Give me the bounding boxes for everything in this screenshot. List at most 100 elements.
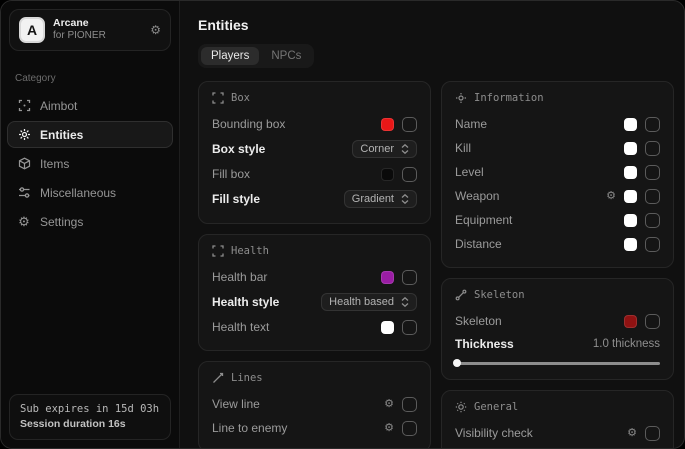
line-to-enemy-gear-icon[interactable]: ⚙ [384,423,394,434]
setting-label: Health bar [212,270,381,284]
left-column: Box Bounding box Box style Corner [198,81,431,448]
health-style-dropdown[interactable]: Health based [321,293,417,311]
setting-row: Max distance 500m [455,445,660,448]
thickness-slider[interactable] [455,358,660,368]
fill-box-checkbox[interactable] [402,167,417,182]
information-panel: Information Name Kill [441,81,674,268]
brand-card: A Arcane for PIONER ⚙ [9,9,171,51]
equipment-checkbox[interactable] [645,213,660,228]
setting-row: Equipment [455,208,660,232]
slider-track [455,362,660,365]
information-panel-title: Information [474,92,544,104]
sidebar-item-settings[interactable]: ⚙ Settings [7,208,173,235]
distance-checkbox[interactable] [645,237,660,252]
session-duration-text: Session duration 16s [20,417,160,432]
color-swatch[interactable] [624,190,637,203]
visibility-check-gear-icon[interactable]: ⚙ [627,428,637,439]
kill-checkbox[interactable] [645,141,660,156]
sidebar-item-entities[interactable]: Entities [7,121,173,148]
skeleton-panel-title: Skeleton [474,289,525,301]
weapon-gear-icon[interactable]: ⚙ [606,191,616,202]
setting-label: Health style [212,295,321,309]
color-swatch[interactable] [624,142,637,155]
color-swatch[interactable] [624,214,637,227]
setting-row: Skeleton [455,309,660,333]
sun-icon [455,401,467,413]
information-panel-header: Information [455,92,660,104]
dropdown-value: Health based [329,296,394,308]
tab-npcs[interactable]: NPCs [261,47,311,65]
visibility-check-checkbox[interactable] [645,426,660,441]
info-scan-icon [455,92,467,104]
setting-label: Level [455,165,624,179]
setting-label: Health text [212,320,381,334]
color-swatch[interactable] [381,321,394,334]
sliders-icon [17,186,31,200]
setting-label: Skeleton [455,314,624,328]
main-content: Entities Players NPCs Box Bounding box [180,1,684,448]
corner-brackets-icon [212,245,224,257]
health-panel-header: Health [212,245,417,257]
sidebar-spacer [1,235,179,386]
color-swatch[interactable] [381,168,394,181]
line-to-enemy-checkbox[interactable] [402,421,417,436]
skeleton-panel: Skeleton Skeleton Thickness 1.0 thicknes… [441,278,674,380]
health-bar-checkbox[interactable] [402,270,417,285]
brand-settings-gear-icon[interactable]: ⚙ [150,24,161,36]
general-panel-title: General [474,401,518,413]
setting-row: Thickness 1.0 thickness [455,333,660,355]
setting-row: View line ⚙ [212,392,417,416]
package-icon [17,157,31,171]
sidebar-item-aimbot[interactable]: Aimbot [7,92,173,119]
box-panel-header: Box [212,92,417,104]
box-panel-title: Box [231,92,250,104]
slider-thumb[interactable] [453,359,461,367]
health-text-checkbox[interactable] [402,320,417,335]
bone-icon [455,289,467,301]
fill-style-dropdown[interactable]: Gradient [344,190,417,208]
skeleton-checkbox[interactable] [645,314,660,329]
view-line-checkbox[interactable] [402,397,417,412]
box-style-dropdown[interactable]: Corner [352,140,417,158]
setting-label: View line [212,397,384,411]
sidebar-item-miscellaneous[interactable]: Miscellaneous [7,179,173,206]
thickness-value: 1.0 thickness [593,338,660,350]
setting-row: Fill style Gradient [212,186,417,212]
setting-label: Line to enemy [212,421,384,435]
level-checkbox[interactable] [645,165,660,180]
setting-row: Level [455,160,660,184]
setting-label: Kill [455,141,624,155]
color-swatch[interactable] [381,118,394,131]
sidebar: A Arcane for PIONER ⚙ Category Aimbot [1,1,180,448]
name-checkbox[interactable] [645,117,660,132]
setting-label: Equipment [455,213,624,227]
subscription-card: Sub expires in 15d 03h Session duration … [9,394,171,440]
health-panel: Health Health bar Health style Health ba… [198,234,431,351]
color-swatch[interactable] [381,271,394,284]
setting-label: Fill style [212,192,344,206]
health-panel-title: Health [231,245,269,257]
general-panel: General Visibility check ⚙ Max distance … [441,390,674,448]
sidebar-item-label: Aimbot [40,99,77,113]
general-panel-header: General [455,401,660,413]
sidebar-item-label: Settings [40,215,83,229]
unfold-icon [401,297,409,307]
sidebar-item-label: Entities [40,128,83,142]
weapon-checkbox[interactable] [645,189,660,204]
bounding-box-checkbox[interactable] [402,117,417,132]
setting-label: Weapon [455,189,606,203]
color-swatch[interactable] [624,118,637,131]
color-swatch[interactable] [624,238,637,251]
app-logo: A [19,17,45,43]
color-swatch[interactable] [624,315,637,328]
color-swatch[interactable] [624,166,637,179]
lines-panel-header: Lines [212,372,417,384]
setting-row: Weapon ⚙ [455,184,660,208]
sidebar-item-label: Miscellaneous [40,186,116,200]
tab-players[interactable]: Players [201,47,259,65]
setting-row: Distance [455,232,660,256]
setting-label: Name [455,117,624,131]
unfold-icon [401,144,409,154]
sidebar-item-items[interactable]: Items [7,150,173,177]
view-line-gear-icon[interactable]: ⚙ [384,399,394,410]
